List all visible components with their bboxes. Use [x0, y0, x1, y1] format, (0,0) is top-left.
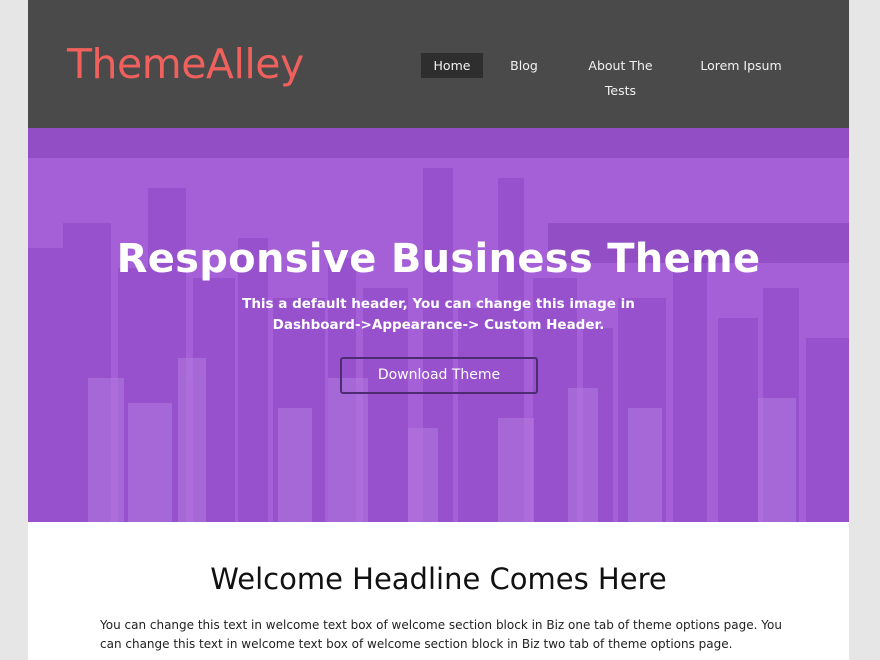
hero-banner: Responsive Business Theme This a default… [28, 128, 849, 522]
site-header: ThemeAlley Home Blog About The Tests Lor… [28, 0, 849, 128]
hero-title: Responsive Business Theme [116, 236, 761, 282]
welcome-text: You can change this text in welcome text… [100, 618, 782, 651]
page-container: ThemeAlley Home Blog About The Tests Lor… [28, 0, 849, 660]
hero-subtitle-line-1: This a default header, You can change th… [242, 296, 635, 312]
welcome-headline: Welcome Headline Comes Here [210, 562, 667, 596]
hero-subtitle: This a default header, You can change th… [28, 294, 849, 336]
nav-item-lorem-ipsum[interactable]: Lorem Ipsum [694, 53, 788, 78]
hero-subtitle-line-2: Dashboard->Appearance-> Custom Header. [272, 317, 605, 333]
download-theme-button[interactable]: Download Theme [340, 357, 538, 394]
nav-item-blog[interactable]: Blog [499, 53, 549, 78]
nav-item-about-the-tests[interactable]: About The Tests [571, 53, 670, 98]
main-navigation: Home Blog About The Tests Lorem Ipsum [28, 53, 849, 98]
nav-item-home[interactable]: Home [421, 53, 483, 78]
